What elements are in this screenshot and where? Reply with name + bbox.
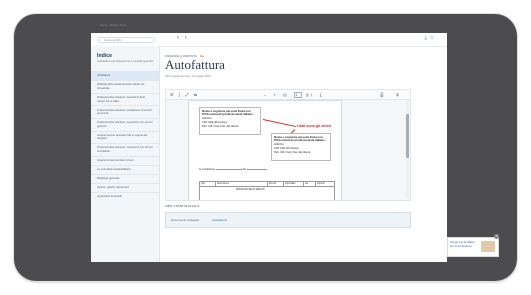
pdf-page: Nome e cognome persona fisica con P.IVA … [188,100,342,200]
table-header-cell: Qtà [200,182,216,186]
star-icon[interactable]: ☆ [430,35,437,41]
scrollbar-thumb[interactable] [406,114,409,158]
sidebar-item[interactable]: Obblighi dello splafonamento ridotto nel… [91,80,159,93]
invoice-date-label: del [242,168,246,171]
annotation-arrow-1 [262,119,297,128]
table-header-cell: Prezzo [268,182,284,186]
table-header-cell: Iva [304,182,316,186]
isbn: ISBN: 978-88-6279-022-5 [165,204,200,208]
related-link[interactable]: Autofattura [212,218,227,222]
recipient-line5: Part. IVA / Cod. Fisc. del cliente [274,150,311,154]
sidebar-item[interactable]: Acquisti intracomunitari di beni [91,155,159,165]
close-icon[interactable]: × [494,234,499,239]
sidebar-item[interactable]: Professionista straniero: prestazione di… [91,105,159,118]
main-content: DOMANDE & RISPOSTE Iva Autofattura Ultimo… [165,46,447,262]
sender-box: Nome e cognome persona fisica con P.IVA … [199,107,261,135]
sender-line5: Part. IVA / Cod. Fisc. del cliente [202,124,239,128]
sidebar-item[interactable]: Professionista straniero: operazioni fuo… [91,92,159,106]
header-actions: ⤓☆ [425,35,437,41]
sidebar-item[interactable]: Professionista straniero: operazioni con… [91,117,159,131]
advertisement[interactable]: Scopri con le offerte per te su Amazon × [447,234,499,257]
invoice-number-label: N. Autofattura [199,168,215,171]
viewer-scrollbar[interactable] [406,100,409,199]
sidebar-item[interactable]: Operazioni territoriali [91,192,159,201]
print-download-controls[interactable]: ⎙ ⇩ [380,92,405,97]
sidebar-item[interactable]: Professionista straniero: operazioni con… [91,143,159,156]
zoom-controls: − + ⊟ 1 di 1 [264,91,325,98]
recipient-box: Nome e cognome persona fisica con P.IVA … [271,133,331,161]
sidebar-item[interactable]: Riepilogo generale [91,173,159,183]
sender-line4: CAP Città (Provincia) [202,120,227,124]
ad-text[interactable]: Scopri con le offerte per te su Amazon [450,240,478,249]
sidebar-item[interactable]: Fatture: quadro riassuntivo [91,183,159,192]
recipient-line2: P.IVA estera del professionista italiano [274,138,325,143]
page-total: di 1 [306,91,325,97]
ad-thumbnail[interactable] [481,241,495,252]
recipient-line3: Indirizzo [274,143,284,147]
sidebar-toggle-controls[interactable]: ☰ | ⤢ ⇆ [170,92,199,97]
related-label: Documento collegato [171,217,200,222]
table-header-cell: Imponibile [284,182,304,186]
page-number-input[interactable]: 1 [293,91,302,98]
recipient-line4: CAP Città (Provincia) [274,146,299,150]
annotation-note: I dati sono gli stessi [297,124,332,128]
invoice-table: Qtà Descrizione Prezzo Imponibile Iva Im… [199,181,335,200]
toc-list: Autofattura Obblighi dello splafonamento … [91,71,159,201]
sidebar-item[interactable]: La normativa sull'autofattura [91,164,159,174]
table-of-contents: Indice Autofattura nel sistema Iva e mod… [91,46,160,262]
sidebar-item[interactable]: Acquisti presso operatori UE in regime d… [91,130,159,144]
pdf-viewer: ☰ | ⤢ ⇆ − + ⊟ 1 di 1 ⎙ ⇩ Nome e cognome … [165,89,411,201]
invoice-number-row: N. Autofattura del [199,168,267,171]
sender-line3: Indirizzo [202,117,212,121]
app-screen: ⌕ Cerca nel libro ‹ › ⤓☆ Indice Autofatt… [91,33,447,262]
sender-line2: P.IVA estera del professionista italiano [202,112,253,117]
sidebar-item[interactable]: Autofattura [91,71,159,81]
table-header-cell: Importo [317,183,325,185]
breadcrumb: Home › Moduli › Fisco [100,24,127,27]
invoice-number-line [215,169,242,170]
invoice-date-line [246,169,267,170]
search-input[interactable]: ⌕ Cerca nel libro [97,36,155,43]
search-placeholder: Cerca nel libro [104,38,123,42]
zoom-buttons[interactable]: − + ⊟ [264,92,290,97]
table-cell: PRESTAZIONE DI SERVIZI [236,189,265,191]
toc-subtitle: Autofattura nel sistema Iva e modelli op… [97,59,154,63]
related-document: Documento collegato Autofattura [165,212,411,228]
page-title: Autofattura [165,57,225,72]
table-header-cell: Descrizione [216,182,268,186]
search-icon: ⌕ [99,37,101,42]
page-nav-arrows[interactable]: ‹ › [177,35,189,41]
pdf-toolbar: ☰ | ⤢ ⇆ − + ⊟ 1 di 1 ⎙ ⇩ [166,90,410,100]
top-header: ⌕ Cerca nel libro ‹ › ⤓☆ [91,33,447,47]
last-updated: Ultimo aggiornamento: 14 maggio 2024 [165,75,211,78]
